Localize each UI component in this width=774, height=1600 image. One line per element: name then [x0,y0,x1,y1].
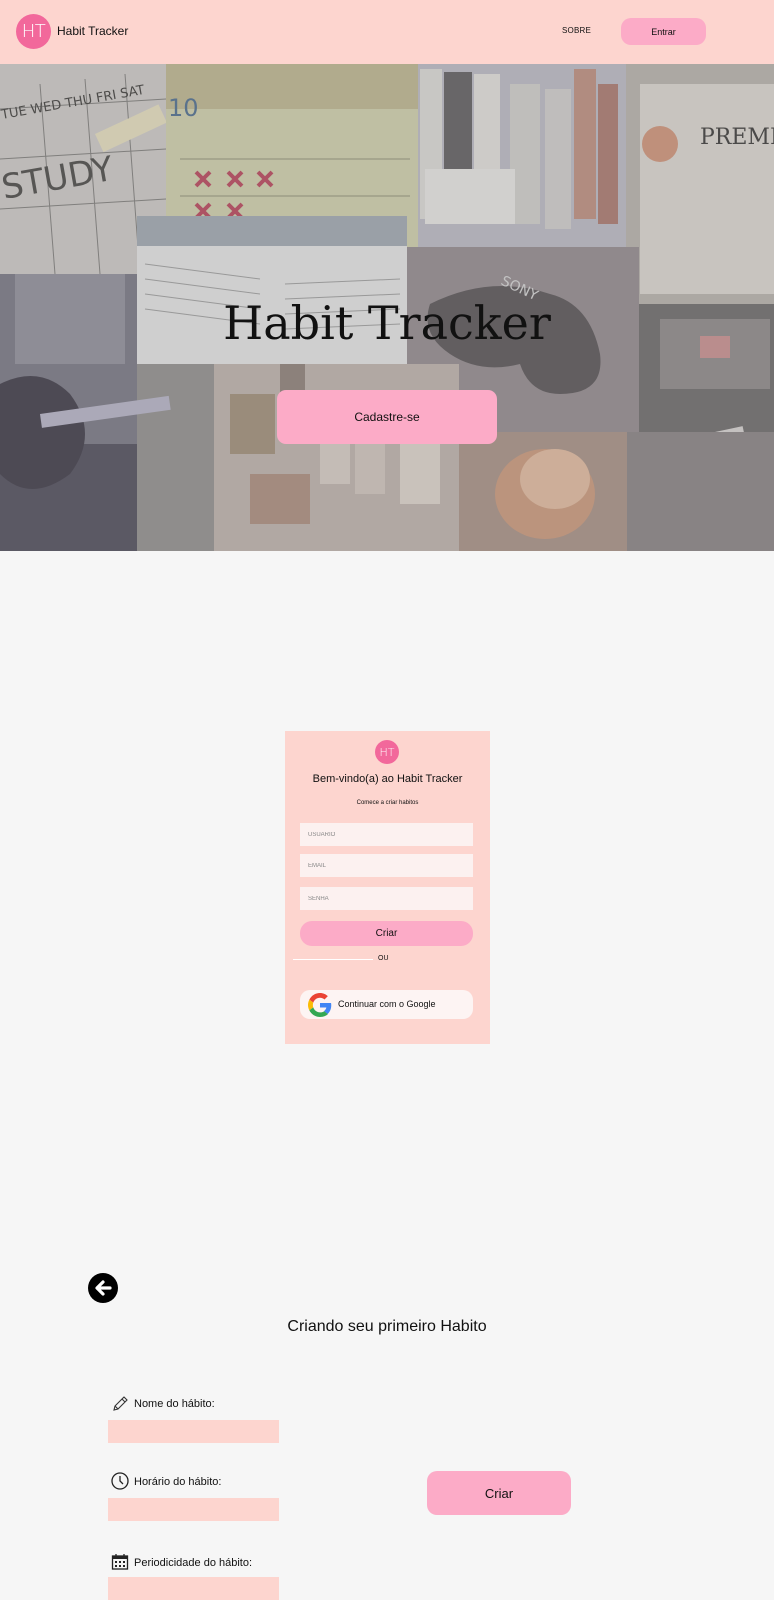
card-logo: HT [375,740,399,764]
brand-name[interactable]: Habit Tracker [57,24,128,38]
google-label: Continuar com o Google [338,999,436,1009]
criar-account-button[interactable]: Criar [300,921,473,946]
logo[interactable]: HT [16,14,51,49]
signup-subtitle: Comece a criar habitos [356,800,419,806]
hero-title: Habit Tracker [223,296,551,350]
habit-form-title: Criando seu primeiro Habito [287,1318,487,1335]
calendar-icon [111,1554,129,1570]
header: HT Habit Tracker SOBRE Entrar [0,0,774,64]
periodicidade-input[interactable] [108,1577,279,1600]
criar-habit-button[interactable]: Criar [427,1471,571,1515]
pencil-icon [113,1396,128,1411]
horario-input[interactable] [108,1498,279,1521]
senha-input[interactable] [300,887,473,910]
hero-banner: STUDY TUE WED THU FRI SAT 10 PREMI SONY … [0,64,774,551]
cadastre-button[interactable]: Cadastre-se [277,390,497,444]
entrar-button[interactable]: Entrar [621,18,706,45]
google-signin-button[interactable]: Continuar com o Google [300,990,473,1019]
email-input[interactable] [300,854,473,877]
signup-title: Bem-vindo(a) ao Habit Tracker [312,773,463,785]
google-icon [308,993,332,1017]
clock-icon [111,1472,129,1490]
nome-label: Nome do hábito: [134,1398,215,1410]
horario-label: Horário do hábito: [134,1476,222,1488]
ou-label: OU [378,955,389,962]
divider [293,959,373,960]
nome-input[interactable] [108,1420,279,1443]
back-arrow-icon[interactable] [88,1273,118,1303]
periodicidade-label: Periodicidade do hábito: [134,1557,253,1569]
usuario-input[interactable] [300,823,473,846]
nav-sobre-link[interactable]: SOBRE [562,26,591,35]
signup-card: HT Bem-vindo(a) ao Habit Tracker Comece … [285,731,490,1044]
